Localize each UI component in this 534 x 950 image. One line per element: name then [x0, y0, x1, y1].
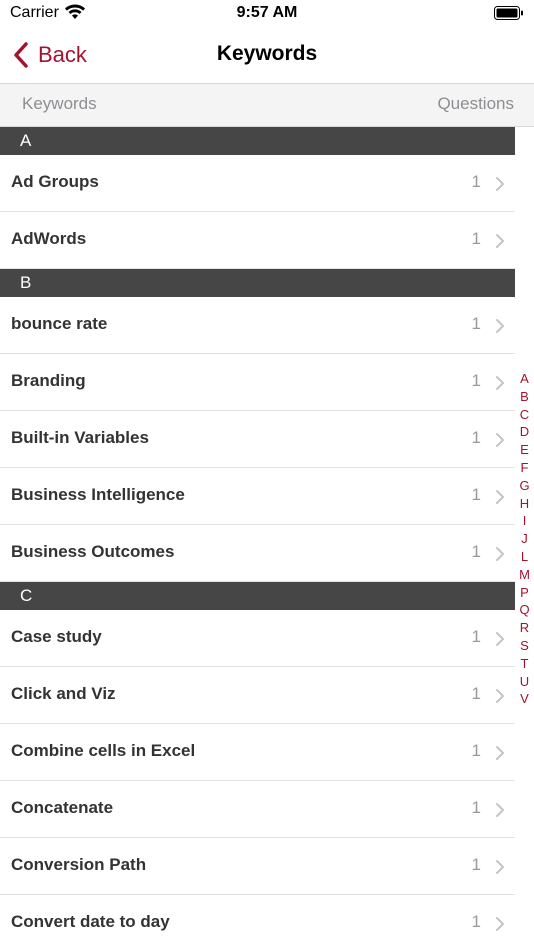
status-time: 9:57 AM	[236, 4, 298, 21]
index-letter[interactable]: F	[515, 459, 534, 477]
chevron-right-icon	[496, 234, 504, 248]
index-letter[interactable]: C	[515, 406, 534, 424]
status-bar: Carrier 9:57 AM	[0, 0, 534, 28]
section-header: C	[0, 582, 515, 610]
page-title: Keywords	[216, 42, 318, 65]
index-letter[interactable]: I	[515, 512, 534, 530]
column-header-questions: Questions	[437, 94, 514, 113]
column-header: Keywords Questions	[0, 84, 534, 127]
keyword-label: Concatenate	[11, 798, 114, 817]
keyword-label: bounce rate	[11, 314, 108, 333]
chevron-right-icon	[496, 547, 504, 561]
keyword-row[interactable]: Business Intelligence 1	[0, 468, 515, 525]
keyword-label: Convert date to day	[11, 912, 170, 931]
question-count: 1	[471, 855, 481, 874]
chevron-right-icon	[496, 632, 504, 646]
question-count: 1	[471, 741, 481, 760]
index-letter[interactable]: L	[515, 548, 534, 566]
chevron-right-icon	[496, 376, 504, 390]
index-letter[interactable]: U	[515, 673, 534, 691]
question-count: 1	[471, 485, 481, 504]
chevron-right-icon	[496, 319, 504, 333]
index-letter[interactable]: V	[515, 690, 534, 708]
keyword-row[interactable]: AdWords 1	[0, 212, 515, 269]
index-letter[interactable]: S	[515, 637, 534, 655]
keyword-label: Branding	[11, 371, 86, 390]
index-letter[interactable]: H	[515, 495, 534, 513]
question-count: 1	[471, 542, 481, 561]
keyword-row[interactable]: Business Outcomes 1	[0, 525, 515, 582]
keyword-row[interactable]: Conversion Path 1	[0, 838, 515, 895]
question-count: 1	[471, 172, 481, 191]
question-count: 1	[471, 684, 481, 703]
index-letter[interactable]: Q	[515, 601, 534, 619]
index-letter[interactable]: A	[515, 370, 534, 388]
index-letter[interactable]: P	[515, 584, 534, 602]
keyword-row[interactable]: Ad Groups 1	[0, 155, 515, 212]
keyword-row[interactable]: Concatenate 1	[0, 781, 515, 838]
keyword-row[interactable]: Convert date to day 1	[0, 895, 515, 950]
keyword-label: Ad Groups	[11, 172, 99, 191]
chevron-right-icon	[496, 746, 504, 760]
question-count: 1	[471, 229, 481, 248]
chevron-right-icon	[496, 490, 504, 504]
keyword-label: Case study	[11, 627, 102, 646]
keyword-row[interactable]: Built-in Variables 1	[0, 411, 515, 468]
index-letter[interactable]: E	[515, 441, 534, 459]
index-letter[interactable]: T	[515, 655, 534, 673]
index-letter[interactable]: B	[515, 388, 534, 406]
keyword-row[interactable]: bounce rate 1	[0, 297, 515, 354]
index-letter[interactable]: J	[515, 530, 534, 548]
question-count: 1	[471, 428, 481, 447]
chevron-right-icon	[496, 689, 504, 703]
question-count: 1	[471, 314, 481, 333]
section-header: B	[0, 269, 515, 297]
keyword-label: Click and Viz	[11, 684, 116, 703]
question-count: 1	[471, 912, 481, 931]
index-letter[interactable]: D	[515, 423, 534, 441]
chevron-right-icon	[496, 433, 504, 447]
index-letter[interactable]: R	[515, 619, 534, 637]
chevron-right-icon	[496, 917, 504, 931]
section-index-bar[interactable]: ABCDEFGHIJLMPQRSTUV	[515, 370, 534, 708]
chevron-right-icon	[496, 803, 504, 817]
question-count: 1	[471, 627, 481, 646]
keyword-label: Conversion Path	[11, 855, 147, 874]
navigation-bar: Back Keywords	[0, 28, 534, 84]
keyword-label: Business Outcomes	[11, 542, 175, 561]
keyword-row[interactable]: Case study 1	[0, 610, 515, 667]
keyword-label: Business Intelligence	[11, 485, 185, 504]
question-count: 1	[471, 798, 481, 817]
keyword-label: AdWords	[11, 229, 87, 248]
keyword-label: Built-in Variables	[11, 428, 149, 447]
index-letter[interactable]: G	[515, 477, 534, 495]
keyword-label: Combine cells in Excel	[11, 741, 196, 760]
keyword-row[interactable]: Combine cells in Excel 1	[0, 724, 515, 781]
chevron-right-icon	[496, 177, 504, 191]
index-letter[interactable]: M	[515, 566, 534, 584]
keyword-list: A Ad Groups 1 AdWords 1 Bbounce rate 1 Branding…	[0, 127, 515, 950]
battery-icon	[494, 6, 523, 20]
question-count: 1	[471, 371, 481, 390]
keyword-row[interactable]: Click and Viz 1	[0, 667, 515, 724]
column-header-keywords: Keywords	[22, 94, 97, 113]
keyword-row[interactable]: Branding 1	[0, 354, 515, 411]
chevron-right-icon	[496, 860, 504, 874]
section-header: A	[0, 127, 515, 155]
